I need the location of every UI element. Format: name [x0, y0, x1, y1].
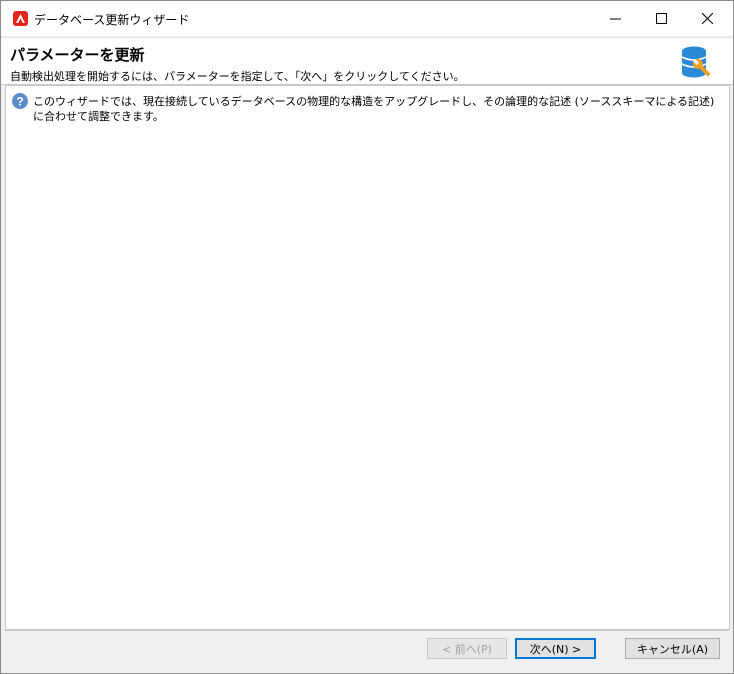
wizard-content: ? このウィザードでは、現在接続しているデータベースの物理的な構造をアップグレー… — [5, 85, 730, 630]
back-button[interactable]: < 前へ(P) — [427, 638, 507, 659]
maximize-button[interactable] — [638, 1, 684, 36]
question-icon: ? — [12, 93, 28, 109]
app-logo-icon — [13, 11, 28, 26]
page-subtitle: 自動検出処理を開始するには、パラメーターを指定して、「次へ」をクリックしてくださ… — [10, 70, 465, 83]
title-bar[interactable]: データベース更新ウィザード — [1, 1, 733, 36]
wizard-window: データベース更新ウィザード パラメーターを更新 自動検出処理を開始するには、パラ… — [0, 0, 734, 674]
database-wrench-icon — [681, 46, 711, 78]
minimize-icon — [609, 18, 621, 20]
close-icon — [701, 13, 713, 24]
minimize-button[interactable] — [592, 1, 638, 36]
description-text: このウィザードでは、現在接続しているデータベースの物理的な構造をアップグレードし… — [33, 95, 715, 123]
next-button[interactable]: 次へ(N) > — [515, 638, 596, 659]
cancel-button[interactable]: キャンセル(A) — [625, 638, 720, 659]
maximize-icon — [655, 13, 667, 24]
window-title: データベース更新ウィザード — [34, 13, 190, 27]
page-title: パラメーターを更新 — [10, 46, 145, 64]
close-button[interactable] — [684, 1, 730, 36]
wizard-header: パラメーターを更新 自動検出処理を開始するには、パラメーターを指定して、「次へ」… — [1, 37, 733, 85]
svg-text:?: ? — [16, 95, 23, 109]
footer-divider — [5, 630, 729, 631]
